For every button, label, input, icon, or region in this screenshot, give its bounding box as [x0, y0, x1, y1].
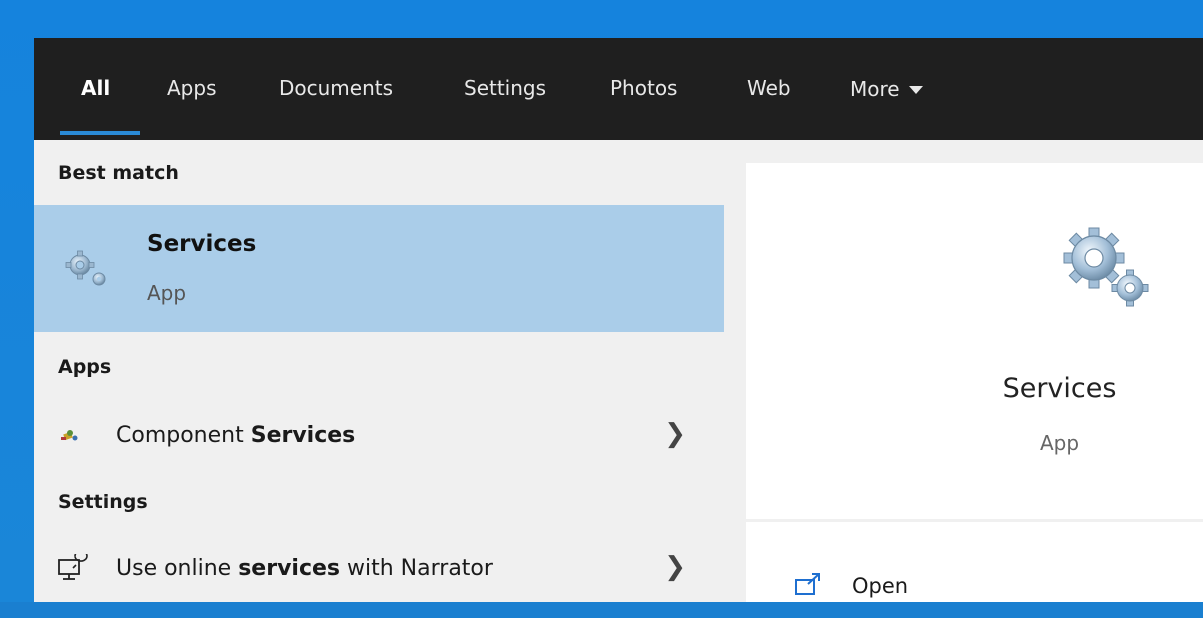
active-tab-indicator [60, 131, 140, 135]
tab-documents[interactable]: Documents [279, 38, 393, 140]
list-item-narrator-services[interactable]: Use online services with Narrator ❯ [34, 540, 724, 602]
preview-title: Services [1002, 373, 1117, 404]
list-item-component-services[interactable]: Component Services ❯ [34, 407, 724, 469]
tab-more[interactable]: More [850, 38, 923, 140]
search-tabs: All Apps Documents Settings Photos Web M… [34, 38, 1203, 140]
services-gear-icon [65, 250, 106, 286]
component-services-icon [61, 430, 78, 441]
tab-apps[interactable]: Apps [167, 38, 217, 140]
section-best-match: Best match [58, 162, 179, 184]
section-apps: Apps [58, 356, 112, 378]
tab-web[interactable]: Web [747, 38, 791, 140]
best-match-type: App [147, 281, 187, 305]
open-label: Open [852, 574, 909, 598]
services-gear-large-icon [1063, 227, 1149, 307]
preview-pane: Services App Open [746, 163, 1203, 602]
open-window-icon [795, 573, 820, 595]
preview-type: App [1039, 431, 1080, 455]
best-match-title: Services [147, 231, 257, 257]
results-list: Best match Services App Apps Component S… [34, 140, 724, 602]
section-settings: Settings [58, 491, 148, 513]
preview-divider [746, 519, 1203, 522]
open-action[interactable]: Open [746, 570, 1203, 618]
chevron-right-icon[interactable]: ❯ [664, 419, 686, 449]
best-match-item[interactable]: Services App [34, 205, 724, 332]
caret-down-icon [908, 86, 923, 94]
tab-all[interactable]: All [81, 38, 110, 140]
list-item-label: Use online services with Narrator [116, 556, 493, 581]
chevron-right-icon[interactable]: ❯ [664, 552, 686, 582]
search-panel: All Apps Documents Settings Photos Web M… [34, 38, 1203, 602]
tab-settings[interactable]: Settings [464, 38, 546, 140]
tab-more-label: More [850, 77, 900, 101]
list-item-label: Component Services [116, 423, 356, 448]
tab-photos[interactable]: Photos [610, 38, 677, 140]
narrator-monitor-icon [58, 554, 88, 580]
